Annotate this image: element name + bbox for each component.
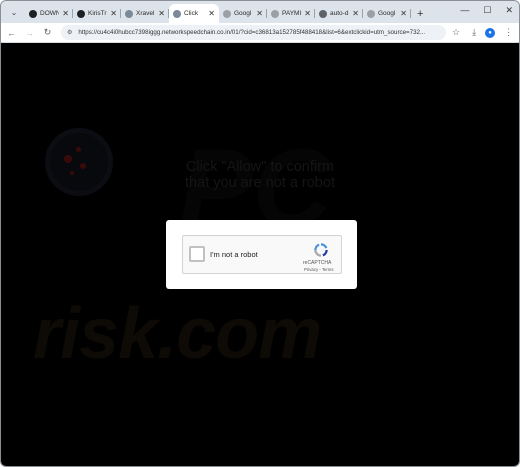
tab-favicon-icon <box>367 9 375 18</box>
tab-close-icon[interactable]: ✕ <box>110 9 117 18</box>
window-controls: — ☐ ✕ <box>460 5 513 16</box>
recaptcha-brand: reCAPTCHA <box>303 260 332 266</box>
captcha-card: I'm not a robot reCAPTCHA Privacy - Term… <box>166 220 357 289</box>
tab-close-icon[interactable]: ✕ <box>62 9 69 18</box>
tab-strip: ⌄ DOWN ✕ KirisTr ✕ Xravel ✕ Click ✕ Googl ✕ PAYMI ✕… <box>1 1 519 23</box>
robot-checkbox[interactable] <box>189 246 205 262</box>
tab-favicon-icon <box>29 9 37 18</box>
address-bar[interactable]: ⚙ https://cu4c4i0hubcc7398iggg.networksp… <box>61 25 446 40</box>
tab-close-icon[interactable]: ✕ <box>256 9 263 18</box>
tab-title: auto-d <box>330 10 349 17</box>
tab-title: Googl <box>378 10 396 17</box>
bookmark-star-icon[interactable]: ☆ <box>452 27 460 38</box>
watermark-text: risk.com <box>33 294 322 374</box>
browser-tab[interactable]: auto-d ✕ <box>315 4 363 23</box>
tab-title: Xravel <box>136 10 155 17</box>
minimize-button[interactable]: — <box>460 5 469 16</box>
tab-favicon-icon <box>271 9 279 18</box>
browser-toolbar: ← → ↻ ⚙ https://cu4c4i0hubcc7398iggg.net… <box>1 23 519 43</box>
download-icon[interactable]: ⤓ <box>472 27 476 38</box>
page-content: PC risk.com Click "Allow" to confirm tha… <box>1 43 519 466</box>
tab-close-icon[interactable]: ✕ <box>158 9 165 18</box>
tab-close-icon[interactable]: ✕ <box>304 9 311 18</box>
tab-close-icon[interactable]: ✕ <box>400 9 407 18</box>
url-text: https://cu4c4i0hubcc7398iggg.networkspee… <box>78 29 426 36</box>
tab-title: PAYMI <box>282 10 302 17</box>
tab-search-icon[interactable]: ⌄ <box>5 4 23 20</box>
tab-favicon-icon <box>173 9 181 18</box>
terms-link[interactable]: Terms <box>322 267 334 272</box>
tab-favicon-icon <box>223 9 231 18</box>
new-tab-button[interactable]: + <box>417 8 423 20</box>
tab-title: DOWN <box>40 10 60 17</box>
back-arrow-icon[interactable]: ← <box>4 28 19 38</box>
tab-close-icon[interactable]: ✕ <box>208 9 215 18</box>
site-info-icon[interactable]: ⚙ <box>67 29 72 36</box>
browser-tab[interactable]: PAYMI ✕ <box>267 4 315 23</box>
tab-title: Click <box>184 10 199 17</box>
tab-favicon-icon <box>125 9 133 18</box>
tab-title: Googl <box>234 10 252 17</box>
menu-kebab-icon[interactable]: ⋮ <box>504 27 513 38</box>
browser-tab[interactable]: Xravel ✕ <box>121 4 169 23</box>
forward-arrow-icon[interactable]: → <box>22 28 37 38</box>
maximize-button[interactable]: ☐ <box>483 5 491 16</box>
recaptcha-links: Privacy - Terms <box>304 267 334 272</box>
close-window-button[interactable]: ✕ <box>505 5 513 16</box>
tab-close-icon[interactable]: ✕ <box>352 9 359 18</box>
browser-window: ⌄ DOWN ✕ KirisTr ✕ Xravel ✕ Click ✕ Googl ✕ PAYMI ✕… <box>0 0 520 467</box>
recaptcha-logo-icon <box>314 243 328 257</box>
tab-favicon-icon <box>77 9 85 18</box>
recaptcha-widget: I'm not a robot reCAPTCHA Privacy - Term… <box>182 235 342 274</box>
browser-tab[interactable]: DOWN ✕ <box>25 4 73 23</box>
browser-tab[interactable]: KirisTr ✕ <box>73 4 121 23</box>
browser-tab[interactable]: Googl ✕ <box>363 4 411 23</box>
tab-favicon-icon <box>319 9 327 18</box>
browser-tab[interactable]: Click ✕ <box>169 4 219 23</box>
browser-tab[interactable]: Googl ✕ <box>219 4 267 23</box>
reload-icon[interactable]: ↻ <box>40 27 55 38</box>
checkbox-label: I'm not a robot <box>210 250 258 259</box>
profile-avatar-icon[interactable]: ● <box>485 27 496 38</box>
page-headline-line1: Click "Allow" to confirm <box>185 159 335 175</box>
privacy-link[interactable]: Privacy <box>304 267 318 272</box>
page-headline-line2: that you are not a robot <box>185 175 335 191</box>
tab-title: KirisTr <box>88 10 107 17</box>
